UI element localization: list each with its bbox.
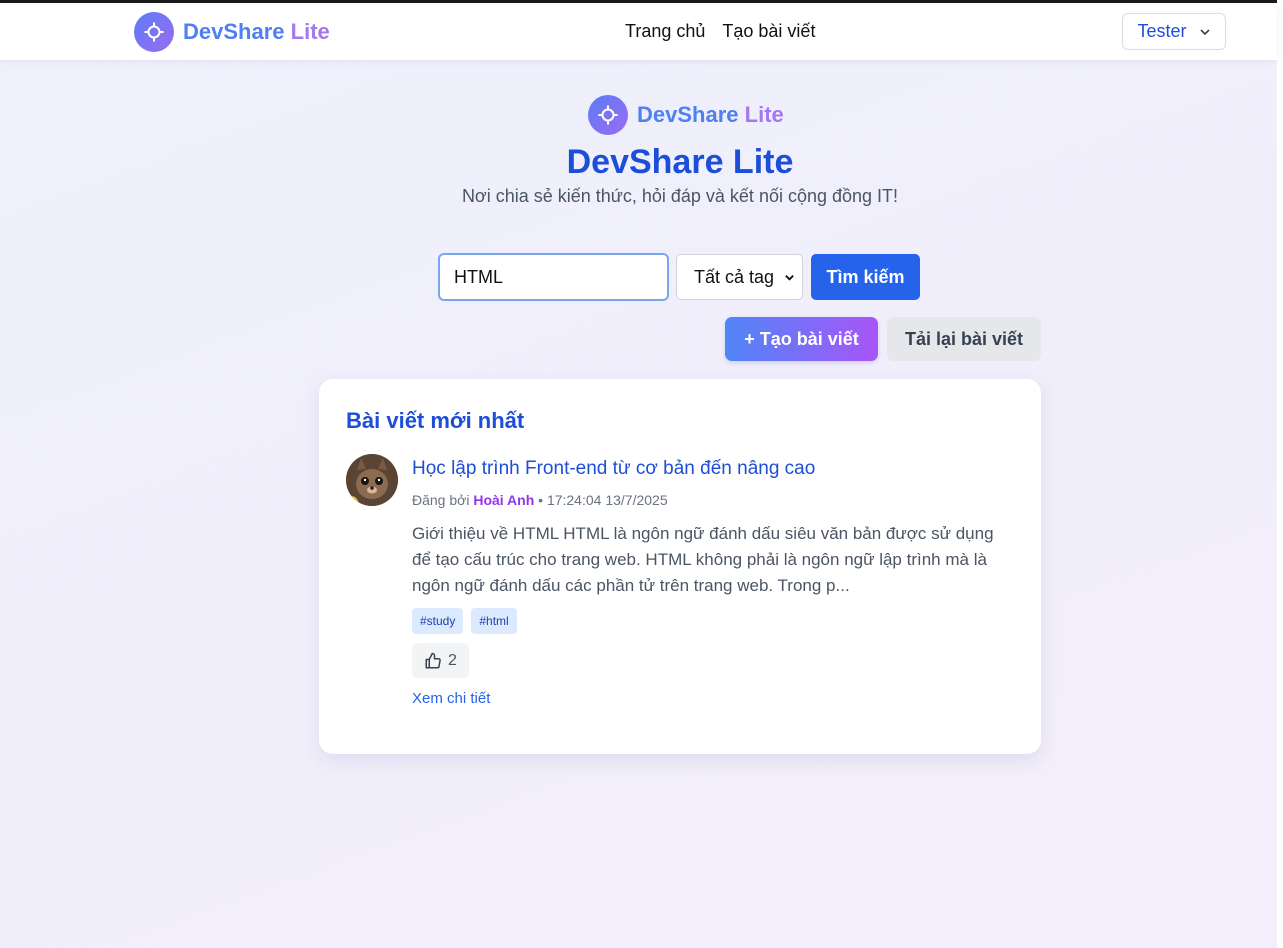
post-tags: #study #html: [412, 608, 517, 634]
nav-link-home[interactable]: Trang chủ: [625, 21, 705, 42]
tag-html[interactable]: #html: [471, 608, 517, 634]
brand-name-part2: Lite: [290, 19, 330, 44]
user-name: Tester: [1137, 21, 1187, 41]
latest-posts-card: Bài viết mới nhất Học lập trình Front-en…: [319, 379, 1041, 754]
post-timestamp: 17:24:04 13/7/2025: [546, 492, 668, 508]
user-menu-button[interactable]: Tester: [1122, 13, 1226, 50]
hero-brand-part1: DevShare: [637, 102, 739, 127]
search-button[interactable]: Tìm kiếm: [811, 254, 920, 300]
page-title: DevShare Lite: [566, 143, 794, 181]
search-input[interactable]: [438, 253, 669, 301]
navbar-brand[interactable]: DevShare Lite: [134, 12, 330, 52]
like-button[interactable]: 2: [412, 643, 469, 678]
view-details-link[interactable]: Xem chi tiết: [412, 690, 490, 707]
post-meta: Đăng bởi Hoài Anh • 17:24:04 13/7/2025: [412, 492, 668, 508]
nav-link-create-post[interactable]: Tạo bài viết: [722, 21, 815, 42]
meta-separator: •: [538, 492, 544, 508]
tag-filter-select[interactable]: Tất cả tag: [676, 254, 803, 300]
brand-name-part1: DevShare: [183, 19, 285, 44]
create-post-button[interactable]: + Tạo bài viết: [725, 317, 878, 361]
thumbs-up-icon: [425, 652, 441, 668]
chevron-down-icon: [1199, 28, 1210, 35]
reload-posts-button[interactable]: Tải lại bài viết: [887, 317, 1041, 361]
like-count: 2: [448, 651, 457, 669]
tag-study[interactable]: #study: [412, 608, 464, 634]
latest-posts-heading: Bài viết mới nhất: [346, 408, 525, 433]
post-author-link[interactable]: Hoài Anh: [473, 492, 534, 508]
brand-name: DevShare Lite: [183, 19, 330, 45]
hero-brand-name: DevShare Lite: [637, 102, 784, 128]
top-navbar: DevShare Lite Trang chủ Tạo bài viết Tes…: [0, 3, 1277, 60]
crosshair-logo-icon: [134, 12, 174, 52]
post-title-link[interactable]: Học lập trình Front-end từ cơ bản đến nâ…: [412, 458, 815, 480]
hero-brand-part2: Lite: [744, 102, 784, 127]
page-subtitle: Nơi chia sẻ kiến thức, hỏi đáp và kết nố…: [461, 186, 899, 206]
nav-links: Trang chủ Tạo bài viết: [625, 21, 815, 42]
hero-brand: DevShare Lite: [588, 95, 784, 135]
author-avatar: [346, 454, 398, 506]
posted-by-label: Đăng bởi: [412, 492, 470, 508]
tag-select-value: Tất cả tag: [694, 266, 775, 287]
post-excerpt: Giới thiệu về HTML HTML là ngôn ngữ đánh…: [412, 524, 994, 595]
crosshair-logo-icon: [588, 95, 628, 135]
chevron-down-icon: [785, 274, 794, 281]
